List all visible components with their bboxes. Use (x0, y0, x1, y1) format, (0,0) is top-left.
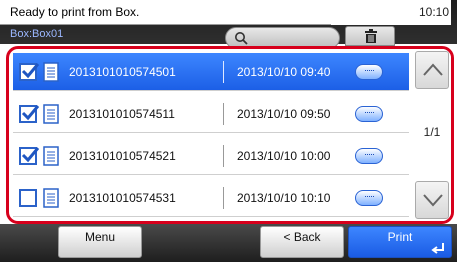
file-name: 2013101010574521 (69, 149, 176, 163)
column-divider (223, 103, 224, 125)
file-date: 2013/10/10 09:40 (237, 65, 331, 79)
checkbox-icon[interactable] (19, 105, 40, 123)
trash-icon (365, 29, 377, 43)
file-row[interactable]: 2013101010574521 2013/10/10 10:00 (13, 137, 409, 175)
file-date: 2013/10/10 09:50 (237, 107, 331, 121)
detail-icon[interactable] (355, 106, 383, 122)
column-divider (223, 187, 224, 209)
column-divider (223, 61, 224, 83)
detail-icon[interactable] (355, 64, 383, 80)
status-bar: Ready to print from Box. 10:10 Box:Box01 (0, 0, 457, 49)
back-button[interactable]: < Back (260, 226, 344, 258)
checkbox-icon[interactable] (19, 147, 40, 165)
file-row[interactable]: 2013101010574501 2013/10/10 09:40 (13, 53, 409, 91)
scroll-down-button[interactable] (415, 181, 449, 219)
document-icon (43, 146, 59, 171)
scroll-column: 1/1 (413, 49, 451, 221)
checkbox-icon[interactable] (19, 63, 40, 81)
status-top: Ready to print from Box. 10:10 (0, 0, 457, 25)
file-name: 2013101010574531 (69, 191, 176, 205)
bottom-bar: Menu < Back Print (0, 224, 457, 262)
detail-icon[interactable] (355, 148, 383, 164)
scroll-up-button[interactable] (415, 51, 449, 89)
file-name: 2013101010574511 (69, 107, 175, 121)
search-icon (235, 32, 248, 45)
file-date: 2013/10/10 10:00 (237, 149, 331, 163)
document-icon (43, 104, 59, 129)
delete-button[interactable] (345, 26, 395, 46)
box-path: Box:Box01 (10, 28, 64, 40)
enter-icon (431, 243, 444, 254)
file-date: 2013/10/10 10:10 (237, 191, 331, 205)
file-name: 2013101010574501 (69, 65, 176, 79)
page-counter: 1/1 (423, 125, 441, 139)
file-row[interactable]: 2013101010574511 2013/10/10 09:50 (13, 95, 409, 133)
chevron-up-icon (423, 63, 443, 76)
file-list: 2013101010574501 2013/10/10 09:40 20131010… (6, 46, 454, 224)
print-label: Print (387, 230, 413, 244)
column-divider (223, 145, 224, 167)
menu-button[interactable]: Menu (58, 226, 142, 258)
status-message: Ready to print from Box. (0, 0, 334, 25)
print-button[interactable]: Print (348, 226, 452, 258)
checkbox-icon[interactable] (19, 189, 37, 207)
document-icon (43, 188, 59, 213)
clock: 10:10 (331, 0, 451, 25)
chevron-down-icon (423, 194, 443, 207)
detail-icon[interactable] (355, 190, 383, 206)
file-row[interactable]: 2013101010574531 2013/10/10 10:10 (13, 179, 409, 217)
document-icon (43, 62, 59, 87)
